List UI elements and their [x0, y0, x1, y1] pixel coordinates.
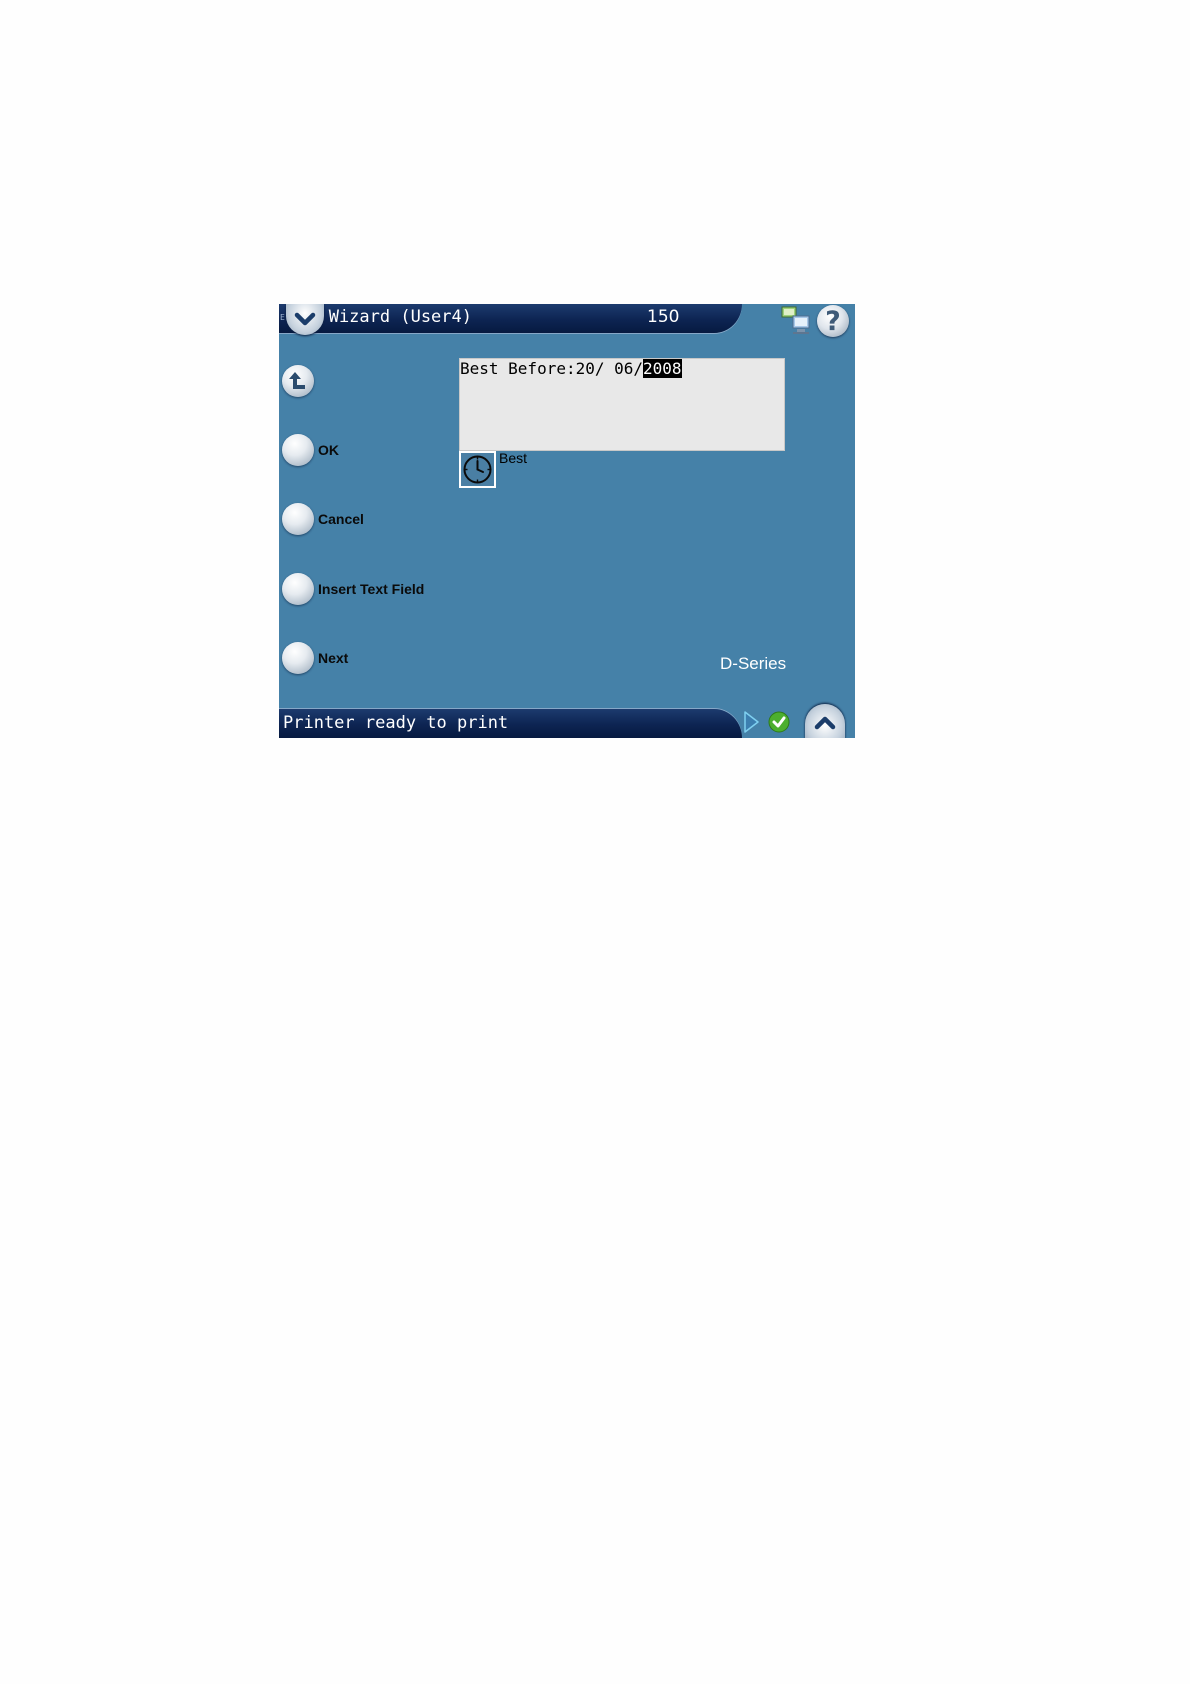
- status-message: Printer ready to print: [283, 713, 509, 733]
- editor-text: Best Before:20/ 06/2008: [460, 359, 682, 378]
- question-mark-icon: ?: [825, 306, 841, 337]
- checkmark-status-icon: [768, 711, 790, 733]
- editor-text-selected: 2008: [643, 359, 682, 378]
- date-field-label: Best: [499, 450, 528, 466]
- title-prefix-fragment: E: [280, 313, 285, 322]
- cancel-button-orb: [282, 503, 314, 535]
- window-title: xt Wizard (User4): [298, 307, 472, 327]
- help-button[interactable]: ?: [817, 305, 849, 337]
- message-text-editor[interactable]: Best Before:20/ 06/2008: [459, 358, 785, 451]
- title-count: 150: [647, 307, 680, 327]
- title-bar: E xt Wizard (User4) 150: [279, 304, 742, 333]
- brand-logo: D-Series: [720, 654, 787, 673]
- next-button-orb: [282, 642, 314, 674]
- next-button-label: Next: [318, 650, 349, 666]
- date-field-button[interactable]: [459, 451, 496, 488]
- back-arrow-icon: [289, 372, 305, 389]
- date-field-icon-bg: [461, 453, 494, 486]
- chevron-down-icon: [294, 312, 316, 326]
- cancel-button-label: Cancel: [318, 511, 364, 527]
- dropdown-button[interactable]: [286, 304, 324, 335]
- network-status-icon[interactable]: [781, 306, 813, 336]
- insert-text-field-button-label: Insert Text Field: [318, 581, 425, 597]
- play-icon[interactable]: [742, 710, 760, 734]
- editor-text-before: Best Before:20/ 06/: [460, 359, 644, 378]
- back-button-orb: [282, 365, 314, 397]
- ok-button-orb: [282, 434, 314, 466]
- ok-button-label: OK: [318, 442, 339, 458]
- status-bar: Printer ready to print: [279, 709, 742, 738]
- printer-screen: E xt Wizard (User4) 150 ? OK Cancel Inse…: [279, 304, 855, 738]
- chevron-up-icon: [814, 716, 836, 730]
- expand-up-button[interactable]: [805, 704, 845, 738]
- clock-icon: [463, 455, 492, 484]
- insert-text-field-button-orb: [282, 573, 314, 605]
